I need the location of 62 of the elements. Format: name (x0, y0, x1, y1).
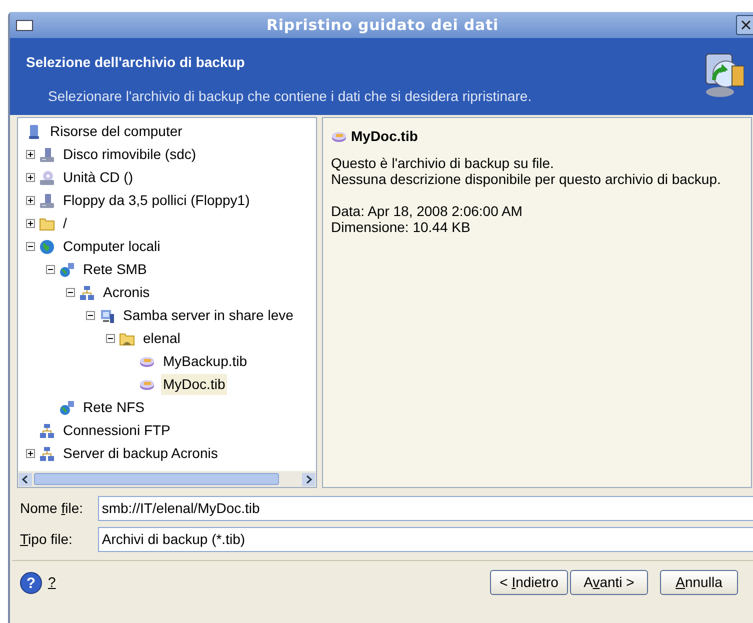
network-icon (59, 262, 75, 278)
network-group-icon (79, 284, 95, 300)
expand-toggle[interactable] (26, 196, 35, 205)
field-label: Nome file: (20, 499, 84, 518)
tree-item[interactable]: Floppy da 3,5 pollici (Floppy1) (61, 190, 252, 211)
network-icon (59, 400, 75, 416)
description-line: Questo è l'archivio di backup su file. (331, 155, 555, 171)
close-icon (741, 20, 751, 30)
combo-field[interactable]: smb://IT/elenal/MyDoc.tib (98, 496, 753, 521)
tree-item[interactable]: Disco rimovibile (sdc) (61, 144, 198, 165)
tree-item[interactable]: / (61, 213, 69, 234)
info-line: Data: Apr 18, 2008 2:06:00 AM (331, 203, 524, 219)
tree-item[interactable]: Samba server in share leve (121, 305, 296, 326)
help-link[interactable]: ? (48, 572, 56, 593)
collapse-toggle[interactable] (66, 288, 75, 297)
header-title: Selezione dell'archivio di backup (26, 53, 246, 72)
horizontal-scrollbar[interactable] (18, 471, 316, 487)
collapse-toggle[interactable] (46, 265, 55, 274)
shared-folder-icon (119, 330, 135, 346)
combo-field[interactable]: Archivi di backup (*.tib) (98, 527, 753, 552)
tree-item[interactable]: Risorse del computer (48, 121, 184, 142)
expand-toggle[interactable] (26, 150, 35, 159)
drive-icon (39, 146, 55, 162)
collapse-toggle[interactable] (86, 311, 95, 320)
tree-item[interactable]: MyBackup.tib (161, 351, 250, 372)
close-button[interactable] (736, 15, 753, 35)
window-title: Ripristino guidato dei dati (265, 14, 500, 36)
window-menu-icon[interactable] (16, 20, 33, 30)
wizard-button[interactable]: < Indietro (490, 570, 568, 595)
scrollbar-thumb[interactable] (34, 473, 279, 485)
help-icon[interactable]: ? (20, 572, 42, 594)
tree-item[interactable]: elenal (141, 328, 182, 349)
description-line: Nessuna descrizione disponibile per questo archivio di backup. (331, 171, 722, 187)
tree-item[interactable]: Server di backup Acronis (61, 443, 220, 464)
expand-toggle[interactable] (26, 219, 35, 228)
globe-icon (39, 238, 55, 254)
wizard-button[interactable]: Avanti > (570, 570, 648, 595)
archive-name: MyDoc.tib (351, 127, 418, 146)
cd-drive-icon (39, 170, 55, 186)
network-group-icon (39, 422, 55, 438)
expand-toggle[interactable] (26, 449, 35, 458)
tree-item[interactable]: Connessioni FTP (61, 420, 172, 441)
server-icon (99, 308, 115, 324)
tree-item[interactable]: Rete SMB (81, 259, 149, 280)
scroll-right-icon[interactable] (302, 472, 315, 486)
field-label: Tipo file: (20, 530, 74, 549)
info-line: Dimensione: 10.44 KB (331, 219, 472, 235)
computer-icon (26, 124, 42, 140)
wizard-button[interactable]: Annulla (660, 570, 738, 595)
scroll-left-icon[interactable] (19, 472, 32, 486)
collapse-toggle[interactable] (26, 242, 35, 251)
expand-toggle[interactable] (26, 173, 35, 182)
tree-item[interactable]: Unità CD () (61, 167, 136, 188)
collapse-toggle[interactable] (106, 334, 115, 343)
tree-item[interactable]: Acronis (101, 282, 152, 303)
tree-item[interactable]: MyDoc.tib (161, 374, 228, 395)
tree-item[interactable]: Rete NFS (81, 397, 146, 418)
network-group-icon (39, 446, 55, 462)
drive-icon (39, 192, 55, 208)
tree-item[interactable]: Computer locali (61, 236, 162, 257)
header-subtitle: Selezionare l'archivio di backup che contiene i dati che si desidera ripristinare. (47, 87, 533, 106)
folder-icon (39, 216, 55, 232)
